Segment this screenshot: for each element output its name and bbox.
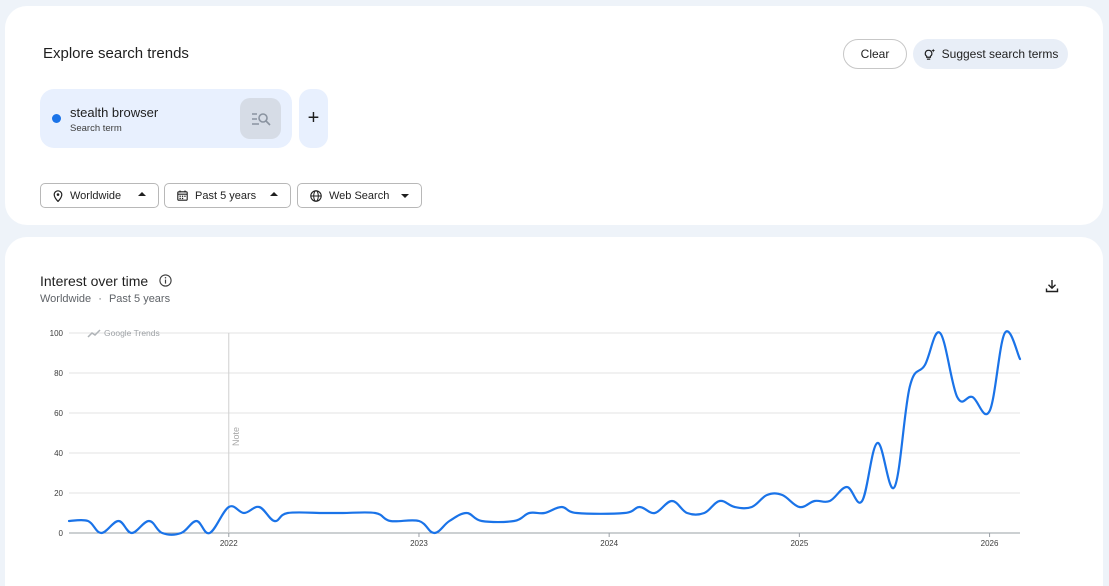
y-tick-label: 80 <box>54 369 63 378</box>
x-tick-label: 2024 <box>600 539 618 548</box>
note-label: Note <box>231 427 241 446</box>
series-line-stealth-browser <box>67 330 1022 536</box>
y-tick-label: 0 <box>59 529 64 538</box>
interest-chart: Google Trends Note 0 20 40 60 80 100 2022 2023 2… <box>50 328 1022 548</box>
x-tick-label: 2026 <box>981 539 999 548</box>
y-tick-label: 100 <box>50 329 64 338</box>
x-tick-label: 2022 <box>220 539 238 548</box>
x-tick-label: 2025 <box>790 539 808 548</box>
y-tick-label: 60 <box>54 409 63 418</box>
y-tick-label: 40 <box>54 449 63 458</box>
y-tick-label: 20 <box>54 489 63 498</box>
watermark-text: Google Trends <box>104 328 160 338</box>
x-tick-label: 2023 <box>410 539 428 548</box>
